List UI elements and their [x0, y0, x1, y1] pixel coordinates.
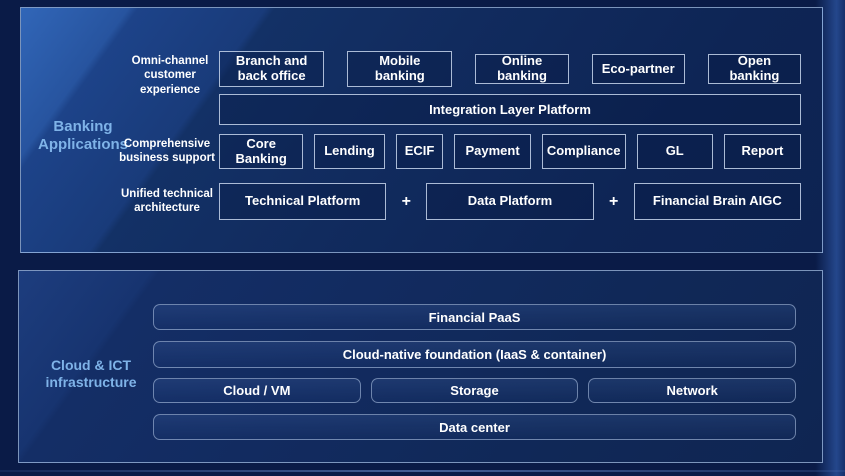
bar-financial-paas: Financial PaaS [153, 304, 796, 330]
box-mobile-banking: Mobile banking [347, 51, 452, 87]
cloud-ict-infrastructure-panel: Cloud & ICT infrastructure Financial Paa… [18, 270, 823, 463]
bar-cloud-native-foundation: Cloud-native foundation (IaaS & containe… [153, 341, 796, 368]
box-eco-partner: Eco-partner [592, 54, 685, 84]
plus-sign: + [594, 183, 634, 220]
box-branch-and-back-office: Branch and back office [219, 51, 324, 87]
box-storage: Storage [371, 378, 579, 403]
label-omni-channel-customer-experience: Omni-channel customer experience [120, 54, 220, 97]
box-online-banking: Online banking [475, 54, 568, 84]
cloud-ict-infrastructure-title: Cloud & ICT infrastructure [31, 357, 151, 391]
technical-architecture-row: Technical Platform + Data Platform + Fin… [219, 183, 801, 220]
box-open-banking: Open banking [708, 54, 801, 84]
banking-applications-panel: Banking Applications Omni-channel custom… [20, 7, 823, 253]
box-compliance: Compliance [542, 134, 626, 169]
omni-channel-row: Branch and back office Mobile banking On… [219, 51, 801, 87]
box-ecif: ECIF [396, 134, 444, 169]
integration-layer-platform-bar: Integration Layer Platform [219, 94, 801, 125]
box-gl: GL [637, 134, 713, 169]
bottom-edge-highlight [0, 470, 845, 472]
box-cloud-vm: Cloud / VM [153, 378, 361, 403]
box-report: Report [724, 134, 801, 169]
plus-sign: + [386, 183, 426, 220]
box-data-platform: Data Platform [426, 183, 593, 220]
box-core-banking: Core Banking [219, 134, 303, 169]
business-support-row: Core Banking Lending ECIF Payment Compli… [219, 134, 801, 169]
label-comprehensive-business-support: Comprehensive business support [115, 137, 219, 166]
architecture-diagram: Banking Applications Omni-channel custom… [0, 0, 845, 476]
label-unified-technical-architecture: Unified technical architecture [116, 187, 218, 216]
box-network: Network [588, 378, 796, 403]
box-technical-platform: Technical Platform [219, 183, 386, 220]
box-lending: Lending [314, 134, 384, 169]
bar-data-center: Data center [153, 414, 796, 440]
infrastructure-row: Cloud / VM Storage Network [153, 378, 796, 403]
box-financial-brain-aigc: Financial Brain AIGC [634, 183, 801, 220]
box-payment: Payment [454, 134, 530, 169]
